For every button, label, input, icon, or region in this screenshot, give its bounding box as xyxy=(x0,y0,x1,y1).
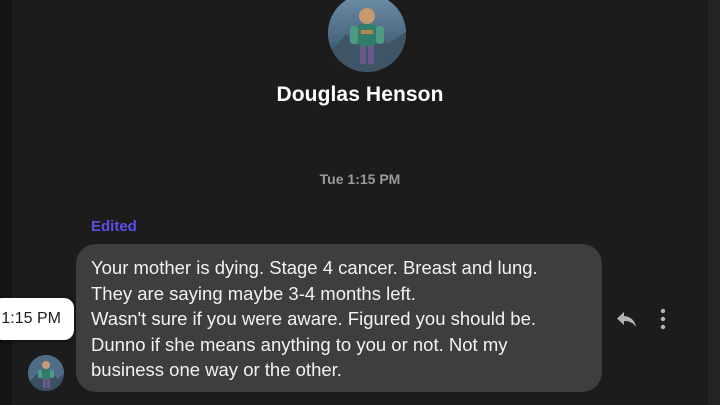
left-sidebar-edge xyxy=(0,0,12,405)
reply-icon[interactable] xyxy=(614,306,640,332)
message-line: They are saying maybe 3-4 months left. xyxy=(91,282,416,304)
message-line: Your mother is dying. Stage 4 cancer. Br… xyxy=(91,257,538,278)
contact-name[interactable]: Douglas Henson xyxy=(0,83,720,107)
conversation-timestamp: Tue 1:15 PM xyxy=(319,171,401,187)
avatar-image-icon xyxy=(328,0,406,72)
message-line: Wasn't sure if you were aware. Figured y… xyxy=(91,308,537,329)
more-options-icon[interactable] xyxy=(652,306,674,332)
message-line: Dunno if she means anything to you or no… xyxy=(91,333,508,355)
sender-avatar-image-icon xyxy=(28,355,64,391)
right-sidebar-edge xyxy=(708,0,720,405)
chat-window: Douglas Henson Tue 1:15 PM Edited Your m… xyxy=(0,0,720,405)
profile-avatar[interactable] xyxy=(328,0,406,72)
message-time-tooltip: 1:15 PM xyxy=(0,298,74,340)
edited-label[interactable]: Edited xyxy=(91,218,137,235)
message-bubble[interactable]: Your mother is dying. Stage 4 cancer. Br… xyxy=(76,244,602,392)
message-line: business one way or the other. xyxy=(91,359,342,380)
sender-avatar[interactable] xyxy=(28,355,64,391)
